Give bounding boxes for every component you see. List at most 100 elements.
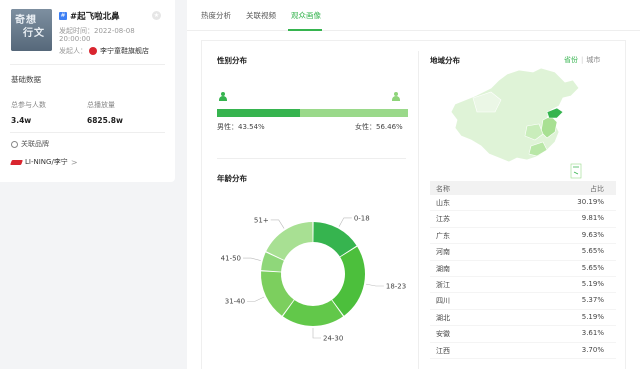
topic-publisher: 发起人： 李宁童鞋旗舰店 bbox=[59, 46, 149, 56]
donut-leader-line bbox=[270, 219, 285, 229]
plays-value: 6825.8w bbox=[87, 116, 123, 125]
tab-bar: 热度分析 关联视频 观众画像 bbox=[187, 0, 640, 31]
divider bbox=[217, 158, 406, 159]
donut-leader-line bbox=[312, 328, 321, 339]
active-tab-underline bbox=[288, 29, 322, 31]
related-brand-header: 关联品牌 bbox=[11, 139, 49, 149]
donut-label: 0-18 bbox=[354, 214, 370, 222]
region-table: 名称 占比 山东 30.19% 江苏 9.81% 广东 9.63% 河南 5.65% 湖南 5.6… bbox=[430, 181, 616, 359]
table-row: 山东 30.19% bbox=[430, 195, 616, 212]
analysis-panel: 热度分析 关联视频 观众画像 性别分布 男性：43.54% 女性：56.46% … bbox=[187, 0, 640, 369]
topic-hash-icon: # bbox=[59, 12, 67, 20]
table-row: 河南 5.65% bbox=[430, 244, 616, 261]
donut-label: 41-50 bbox=[221, 255, 241, 263]
map-south-sea-inset bbox=[570, 163, 582, 179]
male-icon bbox=[219, 92, 227, 101]
divider bbox=[10, 132, 165, 133]
age-title: 年龄分布 bbox=[217, 174, 247, 183]
table-row: 湖南 5.65% bbox=[430, 261, 616, 277]
related-brand-title: 关联品牌 bbox=[21, 140, 49, 148]
donut-label: 24-30 bbox=[323, 335, 343, 343]
table-row: 江苏 9.81% bbox=[430, 211, 616, 228]
li-ning-logo-icon bbox=[10, 159, 23, 165]
publisher-label: 发起人： bbox=[59, 47, 87, 55]
audience-content: 性别分布 男性：43.54% 女性：56.46% 年龄分布 0-18 18-23 2… bbox=[201, 40, 626, 369]
donut-leader-line bbox=[338, 217, 352, 227]
plays-label: 总播放量 bbox=[87, 101, 115, 109]
region-name: 江苏 bbox=[436, 215, 450, 224]
donut-slice-51+[interactable] bbox=[266, 222, 313, 261]
participants-label: 总参与人数 bbox=[11, 101, 46, 109]
region-ratio: 5.65% bbox=[581, 263, 604, 272]
donut-label: 18-23 bbox=[386, 282, 406, 290]
female-icon bbox=[392, 92, 400, 101]
donut-leader-line bbox=[365, 283, 384, 287]
male-ratio-label: 男性：43.54% bbox=[217, 123, 265, 131]
donut-label: 51+ bbox=[254, 216, 269, 224]
region-name: 湖北 bbox=[436, 313, 450, 322]
region-name: 江西 bbox=[436, 346, 450, 355]
donut-slice-24-30[interactable] bbox=[282, 300, 344, 326]
topic-start-time-value: 20:00:00 bbox=[59, 35, 91, 43]
table-row: 安徽 3.61% bbox=[430, 326, 616, 343]
star-icon[interactable]: ★ bbox=[152, 11, 161, 20]
tab-related-videos[interactable]: 关联视频 bbox=[246, 10, 276, 21]
region-ratio: 5.19% bbox=[581, 279, 604, 288]
region-table-header: 名称 占比 bbox=[430, 181, 616, 195]
region-toggle: 省份 | 城市 bbox=[564, 55, 600, 65]
topic-cover-image[interactable]: 奇想 行文 bbox=[11, 9, 52, 51]
topic-title[interactable]: #起飞啦北鼻 bbox=[70, 10, 120, 22]
region-ratio: 3.61% bbox=[581, 329, 604, 338]
donut-leader-line bbox=[243, 257, 261, 261]
region-name: 湖南 bbox=[436, 264, 450, 273]
chevron-right-icon: > bbox=[70, 157, 78, 167]
brand-name[interactable]: LI-NING/李宁 bbox=[25, 157, 68, 167]
gender-bar bbox=[217, 109, 408, 117]
age-donut-chart: 0-18 18-23 24-30 31-40 41-50 51+ bbox=[221, 214, 407, 343]
region-ratio: 9.81% bbox=[581, 214, 604, 223]
basic-data-title: 基础数据 bbox=[11, 75, 41, 84]
divider bbox=[10, 64, 165, 65]
column-header-name: 名称 bbox=[436, 185, 450, 193]
table-row: 广东 9.63% bbox=[430, 228, 616, 245]
cover-text: 奇想 bbox=[15, 15, 37, 26]
toggle-separator: | bbox=[581, 56, 584, 64]
region-ratio: 3.70% bbox=[581, 345, 604, 354]
china-map bbox=[450, 67, 582, 179]
region-name: 广东 bbox=[436, 231, 450, 240]
table-row: 四川 5.37% bbox=[430, 293, 616, 310]
region-name: 河南 bbox=[436, 248, 450, 257]
table-row: 江西 3.70% bbox=[430, 343, 616, 359]
table-row: 湖北 5.19% bbox=[430, 310, 616, 327]
toggle-province[interactable]: 省份 bbox=[564, 56, 578, 64]
region-ratio: 5.19% bbox=[581, 312, 604, 321]
link-icon bbox=[11, 140, 18, 148]
tab-heat-analysis[interactable]: 热度分析 bbox=[201, 10, 231, 21]
donut-leader-line bbox=[247, 296, 265, 302]
region-ratio: 30.19% bbox=[577, 198, 604, 206]
region-ratio: 5.65% bbox=[581, 247, 604, 256]
region-name: 安徽 bbox=[436, 330, 450, 339]
region-ratio: 9.63% bbox=[581, 230, 604, 239]
region-name: 浙江 bbox=[436, 280, 450, 289]
region-ratio: 5.37% bbox=[581, 296, 604, 305]
gender-title: 性别分布 bbox=[217, 56, 247, 65]
gender-bar-male bbox=[217, 109, 301, 117]
publisher-avatar bbox=[89, 47, 97, 55]
table-row: 浙江 5.19% bbox=[430, 277, 616, 294]
cover-text: 行文 bbox=[23, 28, 45, 39]
publisher-name[interactable]: 李宁童鞋旗舰店 bbox=[100, 46, 149, 56]
brand-link[interactable]: LI-NING/李宁 > bbox=[10, 157, 78, 167]
female-ratio-label: 女性：56.46% bbox=[355, 123, 403, 131]
donut-slice-18-23[interactable] bbox=[332, 246, 365, 316]
tab-audience-profile[interactable]: 观众画像 bbox=[291, 10, 321, 21]
column-header-ratio: 占比 bbox=[590, 185, 604, 193]
participants-value: 3.4w bbox=[11, 116, 32, 125]
region-name: 四川 bbox=[436, 297, 450, 306]
topic-card: 奇想 行文 # #起飞啦北鼻 ★ 发起时间：2022-08-08 20:00:0… bbox=[0, 0, 175, 182]
donut-label: 31-40 bbox=[225, 298, 245, 306]
region-name: 山东 bbox=[436, 199, 450, 207]
toggle-city[interactable]: 城市 bbox=[586, 56, 600, 64]
divider bbox=[418, 51, 419, 369]
region-title: 地域分布 bbox=[430, 56, 460, 65]
